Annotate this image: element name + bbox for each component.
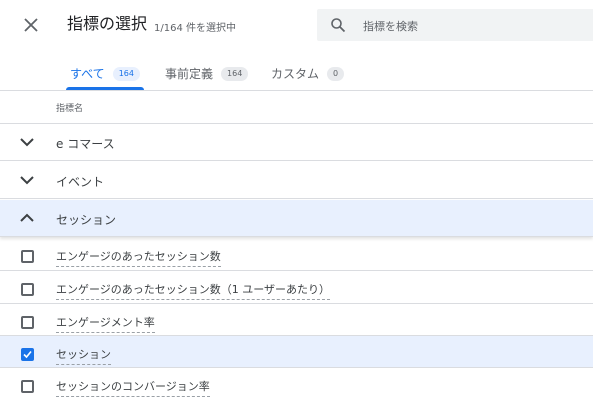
selection-count: 1/164 件を選択中 (154, 23, 236, 34)
chevron-up-icon (20, 213, 34, 222)
tab-label: カスタム (271, 67, 320, 81)
count-badge: 164 (221, 66, 249, 81)
checkbox[interactable] (21, 316, 34, 329)
checkbox[interactable] (21, 380, 34, 393)
group-label: イベント (56, 175, 105, 189)
search-icon (331, 18, 346, 33)
column-header-label: 指標名 (56, 104, 84, 114)
tab-label: すべて (70, 67, 105, 81)
column-header: 指標名 (0, 91, 593, 124)
metric-row[interactable]: エンゲージのあったセッション数 (0, 238, 593, 271)
chevron-down-icon (20, 138, 34, 147)
checkbox-checked[interactable] (21, 348, 34, 361)
metric-label: セッション (56, 346, 111, 365)
chevron-down-icon (20, 176, 34, 185)
group-label: e コマース (56, 137, 115, 151)
search-box[interactable] (317, 9, 593, 41)
metric-row[interactable]: セッションのコンバージョン率 (0, 368, 593, 403)
count-badge: 0 (327, 66, 345, 81)
search-input[interactable] (361, 16, 585, 36)
metric-row[interactable]: エンゲージのあったセッション数（1 ユーザーあたり） (0, 271, 593, 304)
dialog-title: 指標の選択 (67, 14, 148, 33)
tab-label: 事前定義 (165, 67, 214, 81)
checkbox[interactable] (21, 250, 34, 263)
close-icon[interactable] (20, 14, 42, 36)
tab-predefined[interactable]: 事前定義 164 (165, 63, 249, 90)
check-icon (23, 350, 32, 359)
group-row-events[interactable]: イベント (0, 162, 593, 199)
metric-label: エンゲージメント率 (56, 314, 155, 333)
tab-bar: すべて 164 事前定義 164 カスタム 0 (0, 50, 593, 91)
dialog-header: 指標の選択 1/164 件を選択中 (0, 0, 593, 50)
tab-all[interactable]: すべて 164 (66, 63, 144, 90)
metric-label: エンゲージのあったセッション数（1 ユーザーあたり） (56, 281, 331, 300)
group-row-session[interactable]: セッション (0, 200, 593, 237)
metric-row[interactable]: エンゲージメント率 (0, 304, 593, 336)
metric-label: エンゲージのあったセッション数 (56, 248, 221, 267)
count-badge: 164 (112, 66, 140, 81)
metric-row-selected[interactable]: セッション (0, 336, 593, 368)
metric-label: セッションのコンバージョン率 (56, 378, 210, 397)
checkbox[interactable] (21, 283, 34, 296)
group-row-ecommerce[interactable]: e コマース (0, 124, 593, 161)
group-label: セッション (56, 213, 117, 227)
tab-custom[interactable]: カスタム 0 (271, 63, 345, 90)
